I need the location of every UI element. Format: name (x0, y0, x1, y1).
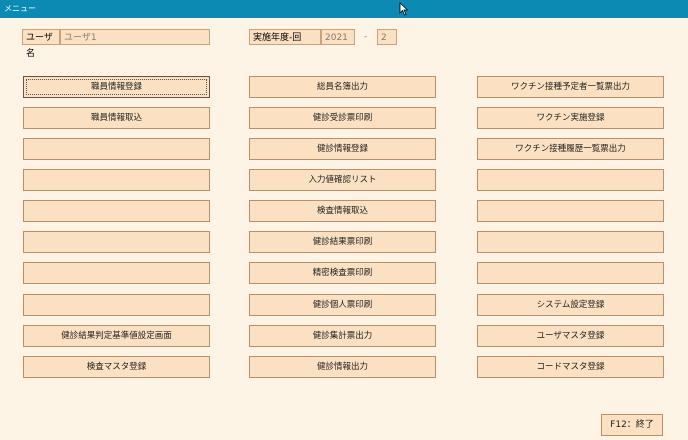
menu-button-1-2[interactable]: 職員情報取込 (23, 107, 210, 129)
menu-button-1-3[interactable] (23, 138, 210, 160)
menu-button-3-10[interactable]: コードマスタ登録 (477, 356, 664, 378)
window-title: メニュー (4, 4, 36, 13)
user-name-field[interactable]: ユーザ1 (60, 29, 210, 45)
menu-button-1-7[interactable] (23, 262, 210, 284)
menu-button-3-4[interactable] (477, 169, 664, 191)
menu-button-2-2[interactable]: 健診受診票印刷 (249, 107, 436, 129)
menu-button-3-9[interactable]: ユーザマスタ登録 (477, 325, 664, 347)
menu-button-3-5[interactable] (477, 200, 664, 222)
menu-button-3-7[interactable] (477, 262, 664, 284)
title-bar: メニュー (0, 0, 688, 18)
menu-button-2-8[interactable]: 健診個人票印刷 (249, 294, 436, 316)
menu-button-1-10[interactable]: 検査マスタ登録 (23, 356, 210, 378)
user-name-label: ユーザ名 (22, 29, 60, 59)
round-field[interactable]: 2 (377, 29, 397, 45)
menu-button-3-1[interactable]: ワクチン接種予定者一覧票出力 (477, 76, 664, 98)
menu-button-2-4[interactable]: 入力値確認リスト (249, 169, 436, 191)
year-round-label: 実施年度-回 (249, 29, 321, 45)
menu-button-3-3[interactable]: ワクチン接種履歴一覧票出力 (477, 138, 664, 160)
menu-button-2-10[interactable]: 健診情報出力 (249, 356, 436, 378)
year-field[interactable]: 2021 (321, 29, 355, 45)
menu-button-2-3[interactable]: 健診情報登録 (249, 138, 436, 160)
menu-button-3-6[interactable] (477, 231, 664, 253)
menu-button-1-5[interactable] (23, 200, 210, 222)
menu-button-2-7[interactable]: 精密検査票印刷 (249, 262, 436, 284)
menu-button-2-1[interactable]: 総員名簿出力 (249, 76, 436, 98)
menu-button-1-1[interactable]: 職員情報登録 (23, 76, 210, 98)
menu-button-2-5[interactable]: 検査情報取込 (249, 200, 436, 222)
menu-button-1-9[interactable]: 健診結果判定基準値設定画面 (23, 325, 210, 347)
menu-button-3-8[interactable]: システム設定登録 (477, 294, 664, 316)
year-round-separator: - (364, 32, 368, 42)
exit-button[interactable]: F12：終了 (601, 414, 663, 436)
menu-button-3-2[interactable]: ワクチン実施登録 (477, 107, 664, 129)
menu-button-1-6[interactable] (23, 231, 210, 253)
menu-button-2-9[interactable]: 健診集計票出力 (249, 325, 436, 347)
menu-button-2-6[interactable]: 健診結果票印刷 (249, 231, 436, 253)
menu-button-1-4[interactable] (23, 169, 210, 191)
mouse-cursor-icon (399, 2, 409, 16)
menu-button-1-8[interactable] (23, 294, 210, 316)
